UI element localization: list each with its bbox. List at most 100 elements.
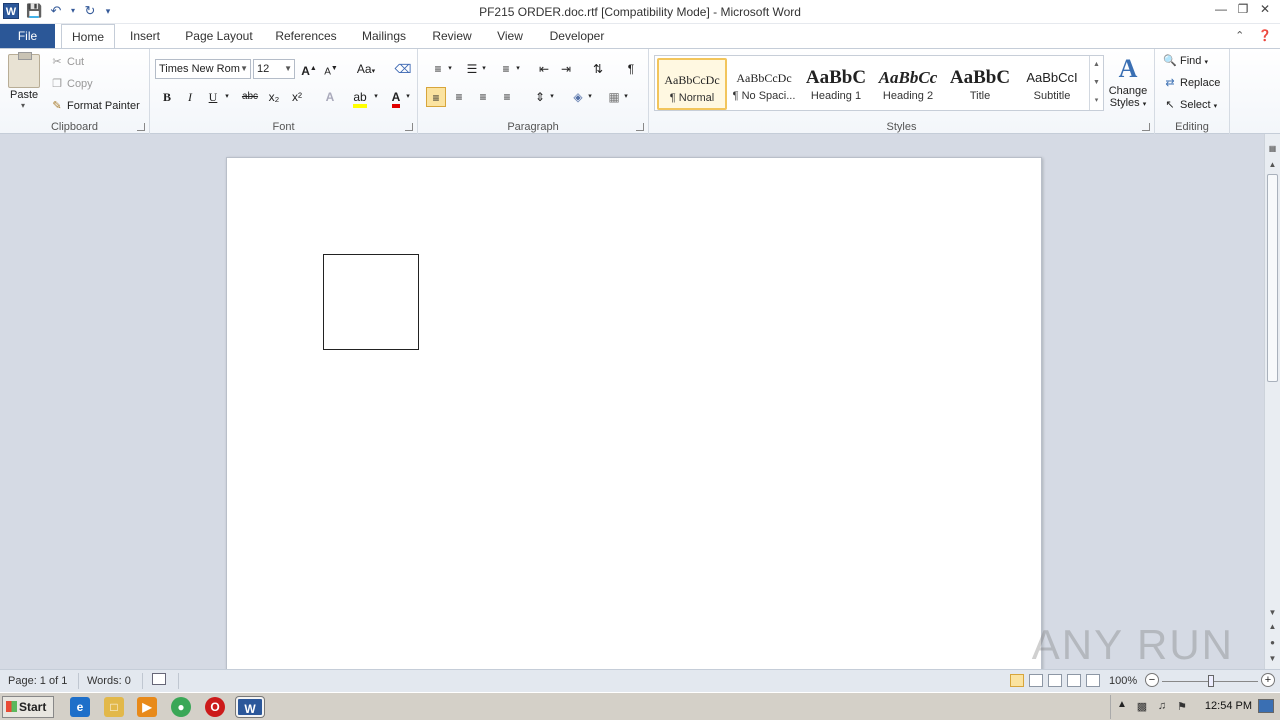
web-layout-icon[interactable] [1048, 674, 1062, 687]
format-painter-button[interactable]: ✎ Format Painter [50, 99, 139, 112]
chrome-icon[interactable]: ● [171, 697, 191, 717]
shading-icon[interactable]: ◈ [568, 87, 588, 107]
font-name-combo[interactable]: Times New Rom ▼ [155, 59, 251, 79]
styles-launcher-icon[interactable] [1142, 123, 1150, 131]
font-color-dropdown-icon[interactable]: ▾ [404, 87, 412, 107]
word-taskbar-icon[interactable]: W [236, 697, 264, 717]
tab-mailings[interactable]: Mailings [354, 24, 414, 48]
line-spacing-icon[interactable]: ⇕ [530, 87, 550, 107]
network-icon[interactable]: ▩ [1135, 700, 1149, 713]
highlight-dropdown-icon[interactable]: ▾ [372, 87, 380, 107]
gallery-up-icon[interactable]: ▲ [1090, 56, 1103, 74]
strikethrough-button[interactable]: abc [238, 87, 262, 107]
style-heading-1[interactable]: AaBbC Heading 1 [801, 58, 871, 110]
ruler-toggle-icon[interactable]: ▦ [1265, 144, 1280, 153]
shading-dropdown-icon[interactable]: ▾ [586, 87, 594, 107]
media-player-icon[interactable]: ▶ [137, 697, 157, 717]
align-right-icon[interactable]: ≡ [473, 87, 493, 107]
italic-button[interactable]: I [180, 87, 200, 107]
select-button[interactable]: ↖ Select ▾ [1163, 98, 1217, 111]
shrink-font-button[interactable]: A▼ [321, 59, 341, 79]
style-title[interactable]: AaBbC Title [945, 58, 1015, 110]
minimize-ribbon-icon[interactable]: ⌃ [1235, 29, 1244, 42]
opera-icon[interactable]: O [205, 697, 225, 717]
next-page-icon[interactable]: ▼ [1265, 654, 1280, 663]
tab-developer[interactable]: Developer [542, 24, 612, 48]
scroll-up-icon[interactable]: ▲ [1265, 160, 1280, 169]
show-hidden-icons-icon[interactable]: ▲ [1115, 699, 1129, 710]
show-desktop-icon[interactable] [1258, 699, 1274, 713]
font-size-combo[interactable]: 12 ▼ [253, 59, 295, 79]
embedded-object-frame[interactable] [323, 254, 419, 350]
tab-review[interactable]: Review [426, 24, 478, 48]
align-center-icon[interactable]: ≡ [449, 87, 469, 107]
style-heading-2[interactable]: AaBbCc Heading 2 [873, 58, 943, 110]
change-case-button[interactable]: Aa▾ [353, 59, 379, 79]
numbering-dropdown-icon[interactable]: ▾ [480, 59, 488, 79]
action-center-flag-icon[interactable]: ⚑ [1175, 700, 1189, 713]
tab-file[interactable]: File [0, 24, 55, 48]
paste-icon[interactable] [8, 52, 40, 88]
multilevel-list-icon[interactable]: ≡ [496, 59, 516, 79]
decrease-indent-icon[interactable]: ⇤ [534, 59, 554, 79]
clipboard-launcher-icon[interactable] [137, 123, 145, 131]
draft-view-icon[interactable] [1086, 674, 1100, 687]
internet-explorer-icon[interactable]: e [70, 697, 90, 717]
borders-icon[interactable]: ▦ [604, 87, 624, 107]
clear-formatting-icon[interactable]: ⌫ [393, 59, 413, 79]
word-count[interactable]: Words: 0 [87, 675, 131, 687]
cut-button[interactable]: ✂ Cut [50, 55, 84, 68]
change-styles-button[interactable]: A Change Styles ▾ [1106, 53, 1150, 119]
numbering-icon[interactable]: ☰ [462, 59, 482, 79]
clock[interactable]: 12:54 PM [1205, 700, 1252, 712]
grow-font-button[interactable]: A▲ [299, 59, 319, 79]
gallery-more-icon[interactable]: ▾ [1090, 92, 1103, 110]
tab-view[interactable]: View [490, 24, 530, 48]
sort-icon[interactable]: ⇅ [588, 59, 608, 79]
select-browse-object-icon[interactable]: ● [1265, 638, 1280, 647]
text-effects-icon[interactable]: A [320, 87, 340, 107]
font-launcher-icon[interactable] [405, 123, 413, 131]
explorer-folder-icon[interactable]: □ [104, 697, 124, 717]
tab-references[interactable]: References [270, 24, 342, 48]
page-count[interactable]: Page: 1 of 1 [8, 675, 67, 687]
borders-dropdown-icon[interactable]: ▾ [622, 87, 630, 107]
align-left-icon[interactable]: ≡ [426, 87, 446, 107]
highlight-button[interactable]: ab [350, 87, 370, 108]
superscript-button[interactable]: x² [287, 87, 307, 107]
tab-home[interactable]: Home [61, 24, 115, 49]
show-hide-button[interactable]: ¶ [621, 59, 641, 79]
replace-button[interactable]: ⇄ Replace [1163, 76, 1220, 89]
scroll-down-icon[interactable]: ▼ [1265, 608, 1280, 617]
outline-view-icon[interactable] [1067, 674, 1081, 687]
tab-insert[interactable]: Insert [122, 24, 168, 48]
increase-indent-icon[interactable]: ⇥ [556, 59, 576, 79]
volume-icon[interactable]: ♫ [1155, 700, 1169, 713]
help-icon[interactable]: ❓ [1258, 29, 1272, 42]
copy-button[interactable]: ❐ Copy [50, 77, 93, 90]
justify-icon[interactable]: ≡ [497, 87, 517, 107]
bold-button[interactable]: B [157, 87, 177, 107]
document-page[interactable] [226, 157, 1042, 669]
close-icon[interactable]: ✕ [1258, 2, 1272, 16]
start-button[interactable]: Start [2, 696, 54, 718]
style-no-spacing[interactable]: AaBbCcDc ¶ No Spaci... [729, 58, 799, 110]
subscript-button[interactable]: x₂ [264, 87, 284, 107]
multilevel-dropdown-icon[interactable]: ▾ [514, 59, 522, 79]
print-layout-view-icon[interactable] [1010, 674, 1024, 687]
zoom-slider-knob[interactable] [1208, 675, 1214, 687]
font-color-button[interactable]: A [386, 87, 406, 108]
find-button[interactable]: 🔍 Find ▾ [1163, 54, 1208, 67]
zoom-level[interactable]: 100% [1109, 675, 1137, 687]
zoom-out-icon[interactable]: − [1145, 673, 1159, 687]
paragraph-launcher-icon[interactable] [636, 123, 644, 131]
line-spacing-dropdown-icon[interactable]: ▾ [548, 87, 556, 107]
paste-button[interactable]: Paste [10, 89, 38, 101]
proofing-icon[interactable] [152, 673, 166, 688]
tab-page-layout[interactable]: Page Layout [180, 24, 258, 48]
bullets-dropdown-icon[interactable]: ▾ [446, 59, 454, 79]
full-screen-reading-icon[interactable] [1029, 674, 1043, 687]
underline-dropdown-icon[interactable]: ▾ [222, 87, 232, 107]
restore-icon[interactable]: ❐ [1236, 2, 1250, 16]
style-subtitle[interactable]: AaBbCcI Subtitle [1017, 58, 1087, 110]
